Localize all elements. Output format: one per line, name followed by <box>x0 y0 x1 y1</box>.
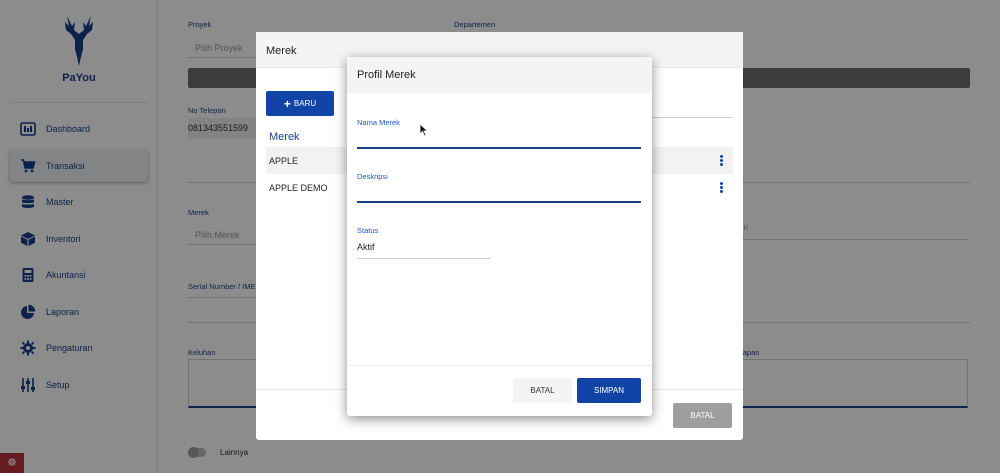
cancel-button[interactable]: BATAL <box>513 378 572 403</box>
merek-search-underline <box>651 117 733 118</box>
kebab-menu-icon[interactable] <box>720 182 723 193</box>
deskripsi-label: Deskripsi <box>357 172 388 181</box>
profil-merek-modal: Profil Merek Nama Merek Deskripsi Status… <box>347 57 652 416</box>
nama-merek-label: Nama Merek <box>357 118 400 127</box>
deskripsi-field[interactable] <box>357 185 641 203</box>
save-button[interactable]: SIMPAN <box>577 378 641 403</box>
status-select[interactable]: Aktif <box>357 242 490 259</box>
mouse-cursor-icon <box>419 123 429 137</box>
status-label: Status <box>357 226 379 235</box>
kebab-menu-icon[interactable] <box>720 155 723 166</box>
merek-name: APPLE <box>269 155 299 166</box>
new-button-label: BARU <box>293 99 317 108</box>
merek-name: APPLE DEMO <box>269 182 328 193</box>
plus-icon: + <box>283 96 291 111</box>
profil-modal-title: Profil Merek <box>347 57 652 93</box>
merek-list-header: Merek <box>269 131 300 143</box>
new-merek-button[interactable]: + BARU <box>266 91 334 116</box>
nama-merek-field[interactable] <box>357 131 641 149</box>
profil-modal-footer-divider <box>347 365 652 366</box>
merek-cancel-button[interactable]: BATAL <box>673 403 732 428</box>
